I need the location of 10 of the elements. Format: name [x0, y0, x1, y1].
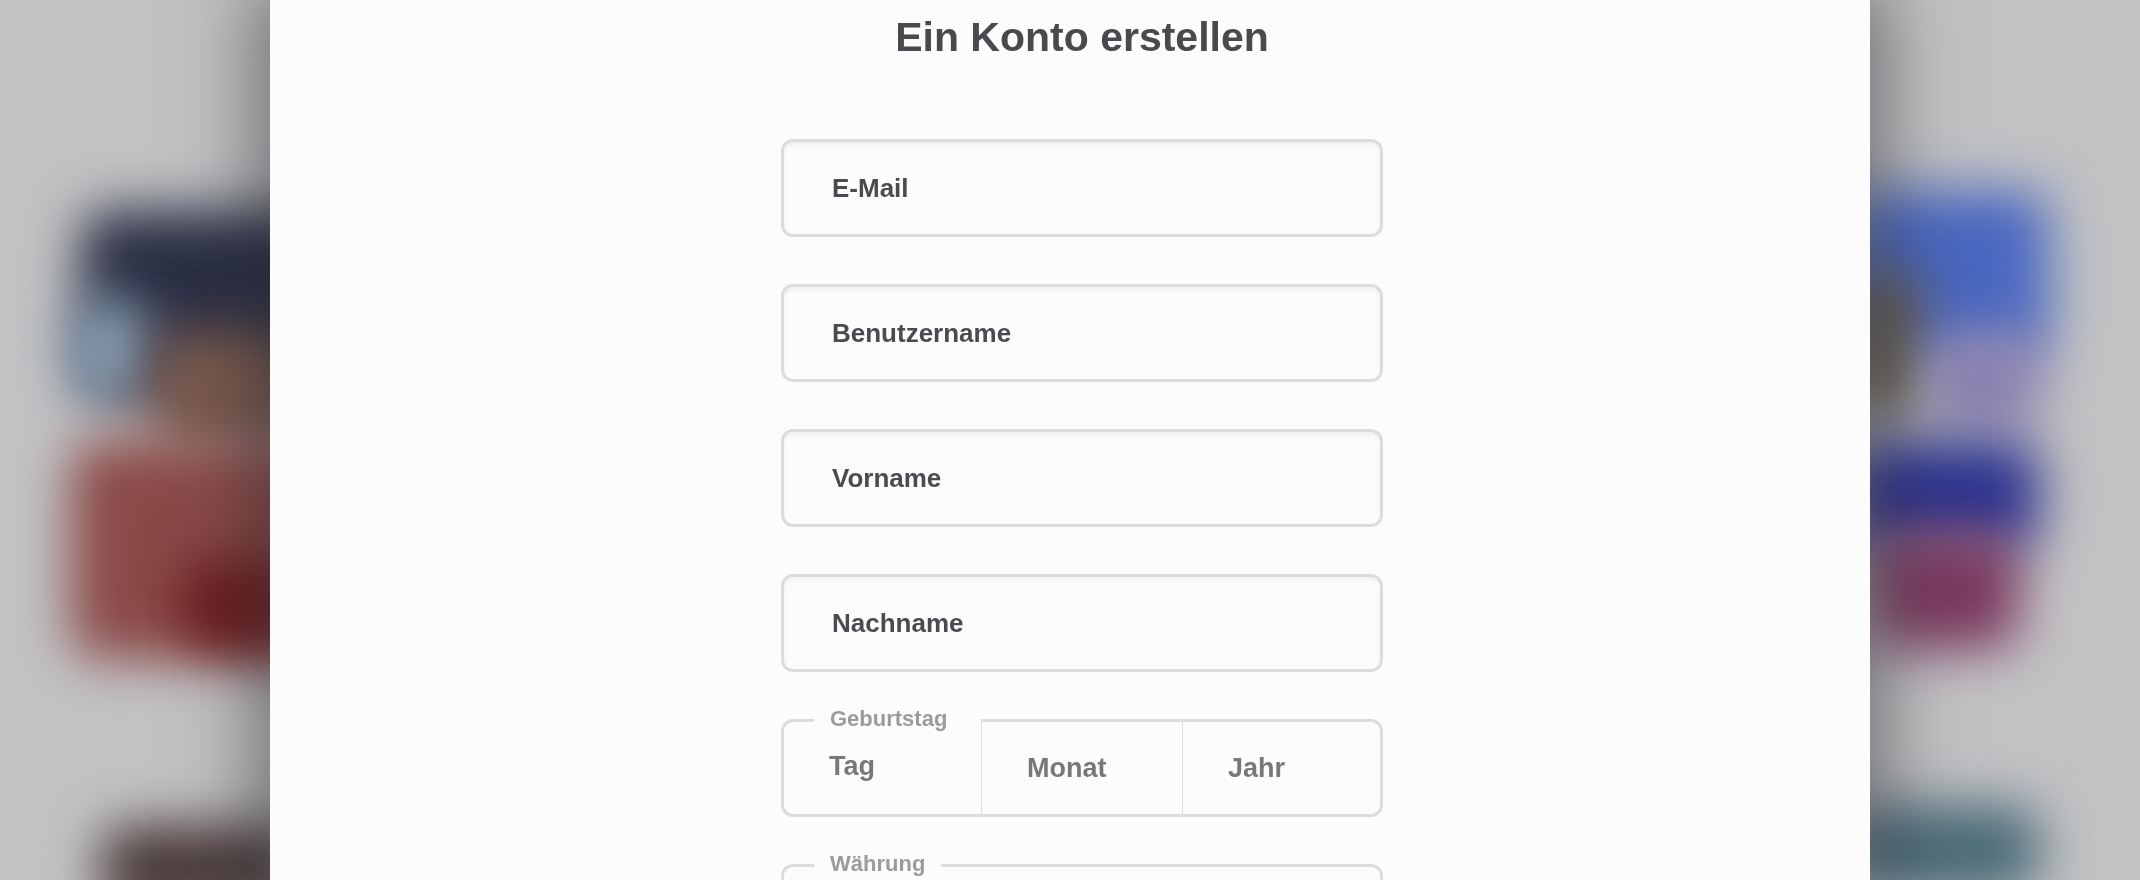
- email-field[interactable]: E-Mail: [781, 139, 1383, 237]
- birthday-label: Geburtstag: [829, 706, 949, 732]
- currency-field[interactable]: Währung: [781, 851, 1383, 880]
- currency-label: Währung: [829, 851, 927, 877]
- last-name-field[interactable]: Nachname: [781, 574, 1383, 672]
- year-field[interactable]: Jahr: [1182, 719, 1383, 817]
- first-name-field[interactable]: Vorname: [781, 429, 1383, 527]
- month-field[interactable]: Monat: [981, 719, 1182, 817]
- dialog-title: Ein Konto erstellen: [895, 13, 1269, 62]
- username-field[interactable]: Benutzername: [781, 284, 1383, 382]
